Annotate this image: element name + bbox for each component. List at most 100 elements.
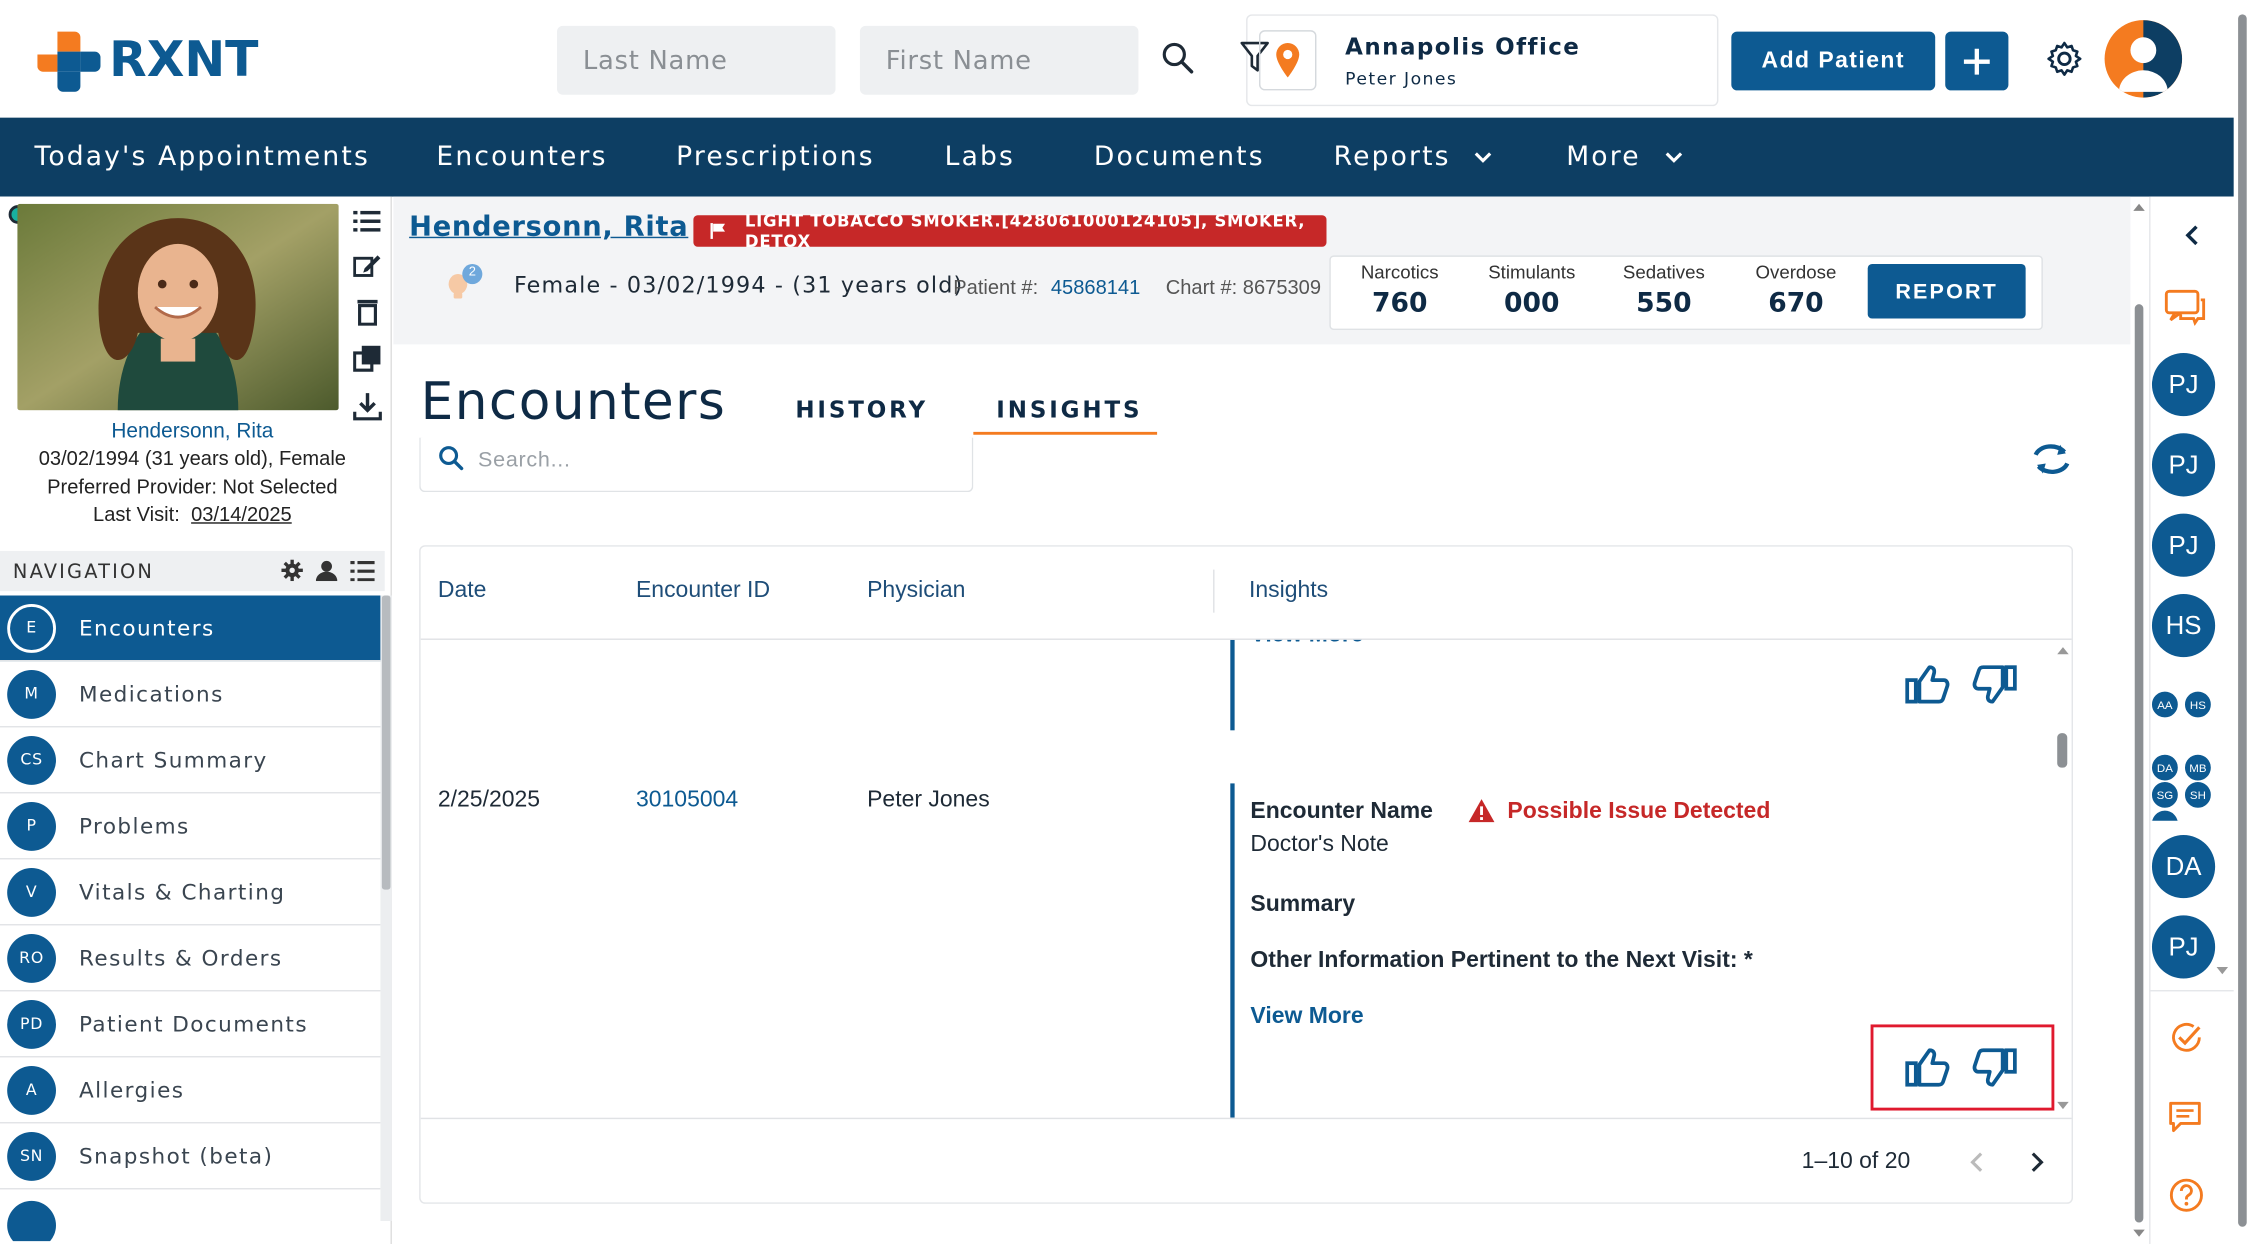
copy-icon[interactable]: [353, 344, 382, 373]
col-encounter-id[interactable]: Encounter ID: [636, 578, 770, 604]
avatar[interactable]: DA: [2151, 835, 2216, 899]
tab-history[interactable]: HISTORY: [795, 396, 928, 423]
avatar-small[interactable]: MB: [2183, 753, 2213, 782]
patient-name-link[interactable]: Hendersonn, Rita: [409, 211, 688, 243]
left-nav-patient-documents[interactable]: PD Patient Documents: [0, 991, 381, 1058]
user-avatar-icon[interactable]: [2104, 20, 2183, 98]
table-scrollbar[interactable]: [2054, 641, 2071, 1114]
help-icon[interactable]: [2168, 1177, 2205, 1214]
avatar[interactable]: PJ: [2151, 915, 2216, 979]
insight-count-badge: 2: [468, 264, 476, 279]
chat-bubbles-icon[interactable]: [2163, 288, 2206, 326]
avatar-small[interactable]: SH: [2183, 780, 2213, 810]
office-selector[interactable]: Annapolis Office Peter Jones: [1240, 14, 1719, 107]
list-icon[interactable]: [353, 208, 382, 234]
scroll-up-icon[interactable]: [2132, 201, 2146, 212]
patient-number[interactable]: 45868141: [1051, 275, 1140, 298]
thumbs-up-icon[interactable]: [1905, 663, 1951, 706]
left-nav-snapshot[interactable]: SN Snapshot (beta): [0, 1123, 381, 1190]
left-nav-medications[interactable]: M Medications: [0, 661, 381, 728]
avatar-small[interactable]: AA: [2150, 690, 2180, 719]
left-nav-encounters[interactable]: E Encounters: [0, 595, 381, 662]
nav-reports[interactable]: Reports: [1334, 118, 1494, 197]
refresh-icon[interactable]: [2030, 442, 2073, 476]
thumbs-down-icon[interactable]: [1971, 1046, 2017, 1089]
rxnt-logo[interactable]: RXNT: [37, 29, 258, 92]
view-more-link[interactable]: View More: [1250, 1004, 1363, 1030]
risk-overdose: Overdose 670: [1731, 261, 1860, 318]
left-nav-chart-summary[interactable]: CS Chart Summary: [0, 727, 381, 794]
left-nav-problems[interactable]: P Problems: [0, 793, 381, 860]
avatar[interactable]: HS: [2151, 594, 2216, 658]
col-date[interactable]: Date: [438, 578, 487, 604]
add-plus-button[interactable]: [1945, 31, 2009, 91]
left-nav-results-orders[interactable]: RO Results & Orders: [0, 925, 381, 992]
window-scrollbar-thumb[interactable]: [2238, 14, 2247, 1227]
left-nav-vitals[interactable]: V Vitals & Charting: [0, 859, 381, 926]
avatar-small[interactable]: SG: [2150, 780, 2180, 810]
encounter-search[interactable]: [419, 437, 974, 493]
prev-page-icon[interactable]: [1968, 1151, 1985, 1174]
nav-encounters[interactable]: Encounters: [436, 118, 607, 197]
nav-badge: RO: [7, 933, 56, 983]
nav-documents[interactable]: Documents: [1094, 118, 1265, 197]
left-panel: Hendersonn, Rita 03/02/1994 (31 years ol…: [0, 196, 392, 1244]
avatar[interactable]: PJ: [2151, 352, 2216, 417]
avatar-group[interactable]: DA MB SG SH: [2149, 752, 2218, 821]
main-scrollbar-thumb[interactable]: [2134, 304, 2144, 1223]
tab-insights[interactable]: INSIGHTS: [996, 396, 1142, 423]
window-scrollbar[interactable]: [2233, 0, 2251, 1244]
feedback-highlight: [1870, 1024, 2055, 1111]
col-insights[interactable]: Insights: [1249, 578, 1328, 604]
check-circle-icon[interactable]: [2168, 1019, 2205, 1056]
gear-icon[interactable]: [2046, 40, 2083, 77]
chevron-left-icon[interactable]: [2184, 224, 2201, 247]
avatar-small-partial[interactable]: [2150, 809, 2180, 821]
location-pin-icon[interactable]: [1259, 30, 1317, 91]
insight-bulb-icon[interactable]: 2: [442, 261, 488, 304]
col-physician[interactable]: Physician: [867, 578, 965, 604]
prev-view-more-link[interactable]: View More: [1250, 640, 1363, 649]
left-nav-allergies[interactable]: A Allergies: [0, 1057, 381, 1124]
row-encounter-id[interactable]: 30105004: [636, 788, 738, 814]
scrollbar-thumb[interactable]: [381, 595, 391, 890]
scroll-down-icon[interactable]: [2216, 967, 2229, 976]
avatar-small[interactable]: DA: [2150, 753, 2180, 782]
thumbs-down-icon[interactable]: [1971, 663, 2017, 706]
avatar[interactable]: PJ: [2151, 433, 2216, 497]
last-visit-date[interactable]: 03/14/2025: [191, 502, 292, 525]
thumbs-up-icon[interactable]: [1905, 1046, 1951, 1089]
nav-labs[interactable]: Labs: [945, 118, 1015, 197]
col-divider: [1213, 569, 1215, 613]
avatar-small[interactable]: HS: [2183, 690, 2213, 719]
scroll-up-icon[interactable]: [2056, 644, 2070, 655]
add-patient-button[interactable]: Add Patient: [1731, 31, 1936, 91]
left-nav-scrollbar[interactable]: [380, 595, 392, 1222]
list-icon[interactable]: [350, 561, 375, 582]
nav-todays-appointments[interactable]: Today's Appointments: [34, 118, 370, 197]
patient-bar: Hendersonn, Rita LIGHT TOBACCO SMOKER.[4…: [393, 196, 2131, 345]
trash-icon[interactable]: [353, 297, 382, 326]
flag-icon: [710, 223, 726, 239]
report-button[interactable]: REPORT: [1867, 264, 2026, 319]
scroll-down-icon[interactable]: [2056, 1100, 2070, 1111]
avatar[interactable]: PJ: [2151, 513, 2216, 577]
person-icon[interactable]: [315, 560, 338, 582]
last-name-input[interactable]: [557, 25, 836, 95]
next-page-icon[interactable]: [2029, 1151, 2046, 1174]
main-scrollbar[interactable]: [2130, 200, 2148, 1244]
edit-icon[interactable]: [353, 253, 382, 279]
encounters-table: Date Encounter ID Physician Insights Vie…: [419, 545, 2074, 1204]
search-input[interactable]: [478, 443, 952, 475]
scroll-down-icon[interactable]: [2132, 1228, 2146, 1239]
patient-flag-badge[interactable]: LIGHT TOBACCO SMOKER.[428061000124105], …: [693, 211, 1327, 251]
nav-more[interactable]: More: [1566, 118, 1684, 197]
table-scrollbar-thumb[interactable]: [2057, 733, 2068, 768]
patient-card-name[interactable]: Hendersonn, Rita: [0, 420, 385, 443]
nav-prescriptions[interactable]: Prescriptions: [676, 118, 875, 197]
download-icon[interactable]: [353, 392, 382, 421]
gear-icon[interactable]: [281, 559, 303, 582]
search-icon[interactable]: [1160, 40, 1194, 74]
first-name-input[interactable]: [859, 25, 1139, 95]
message-icon[interactable]: [2166, 1099, 2203, 1136]
